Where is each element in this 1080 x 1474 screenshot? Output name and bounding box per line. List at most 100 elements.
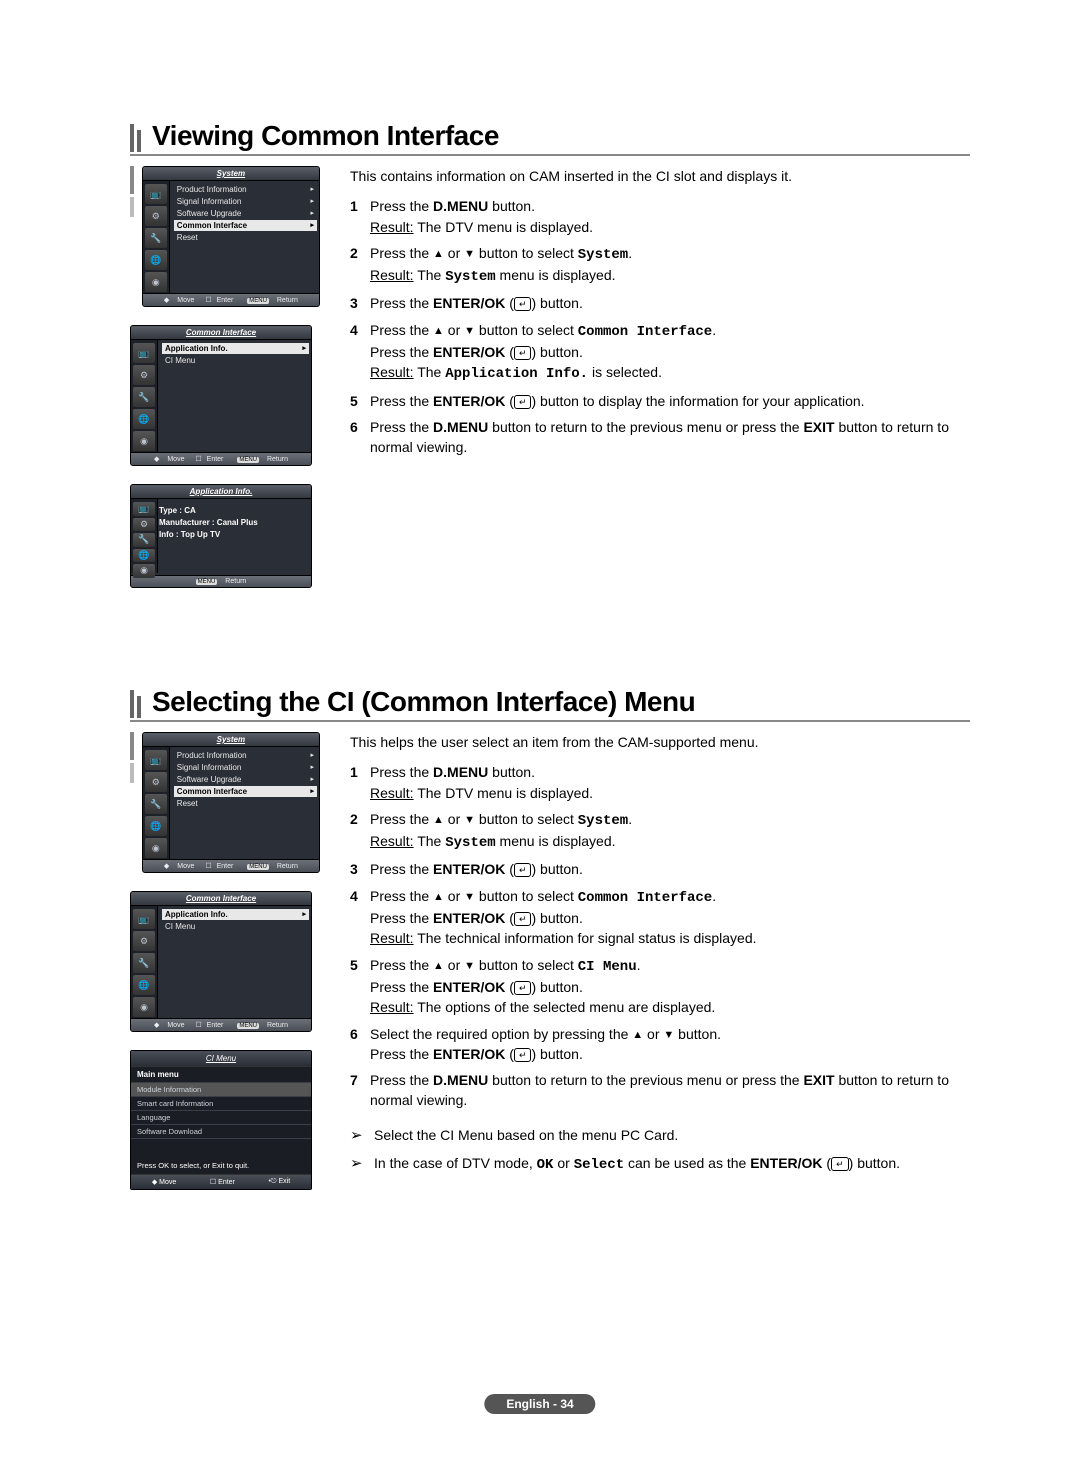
osd-title: Common Interface [131, 892, 311, 906]
osd-title: Application Info. [131, 485, 311, 499]
note-arrow-icon: ➢ [350, 1125, 374, 1147]
step-text: Press the ▲ or ▼ button to select Common… [370, 886, 970, 949]
section-header: Selecting the CI (Common Interface) Menu [130, 686, 970, 722]
step-text: Press the ENTER/OK (↵) button. [370, 293, 970, 313]
section-intro: This helps the user select an item from … [350, 732, 970, 752]
down-triangle-icon: ▼ [464, 892, 475, 903]
osd-title: System [143, 167, 319, 181]
osd-common-interface-menu: Common Interface 📺 ⚙ 🔧 🌐 ◉ Application I… [130, 325, 312, 466]
step-text: Press the ▲ or ▼ button to select System… [370, 243, 970, 288]
ci-menu-subtitle: Main menu [131, 1067, 311, 1082]
page-footer-badge: English - 34 [484, 1394, 595, 1414]
enter-icon: ↵ [514, 395, 532, 409]
gear-icon: ⚙ [145, 772, 167, 792]
section-intro: This contains information on CAM inserte… [350, 166, 970, 186]
info-info: Info : Top Up TV [159, 529, 305, 541]
step-text: Press the ENTER/OK (↵) button to display… [370, 391, 970, 411]
menu-item-selected: Application Info.▸ [162, 909, 309, 920]
globe-icon: 🌐 [145, 816, 167, 836]
menu-item-selected: Common Interface▸ [174, 220, 317, 231]
gear-icon: ⚙ [133, 931, 155, 951]
osd-title: CI Menu [131, 1051, 311, 1067]
tool-icon: 🔧 [133, 387, 155, 407]
ci-menu-note: Press OK to select, or Exit to quit. [131, 1151, 311, 1174]
enter-icon: ↵ [831, 1157, 849, 1171]
enter-icon: ↵ [514, 981, 532, 995]
osd-title: System [143, 733, 319, 747]
globe-icon: 🌐 [133, 409, 155, 429]
up-triangle-icon: ▲ [632, 1030, 643, 1041]
tv-icon: 📺 [145, 184, 167, 204]
system-icon: ◉ [145, 838, 167, 858]
ci-menu-item: Smart card Information [131, 1096, 311, 1110]
system-icon: ◉ [133, 431, 155, 451]
up-triangle-icon: ▲ [433, 892, 444, 903]
tv-icon: 📺 [133, 502, 155, 516]
enter-icon: ↵ [514, 912, 532, 926]
menu-item: Product Information▸ [174, 184, 317, 195]
step-text: Select the required option by pressing t… [370, 1024, 970, 1065]
osd-hints: ◆ Move ☐ Enter MENU Return [143, 859, 319, 872]
info-manufacturer: Manufacturer : Canal Plus [159, 517, 305, 529]
section-heading: Selecting the CI (Common Interface) Menu [152, 686, 695, 718]
system-icon: ◉ [133, 564, 155, 578]
menu-item-selected: Application Info.▸ [162, 343, 309, 354]
ci-menu-item: Language [131, 1110, 311, 1124]
down-triangle-icon: ▼ [464, 326, 475, 337]
section-viewing-common-interface: Viewing Common Interface System 📺 ⚙ 🔧 🌐 … [130, 120, 970, 606]
osd-ci-menu: CI Menu Main menu Module Information Sma… [130, 1050, 312, 1190]
osd-hints: ◆ Move ☐ Enter MENU Return [131, 1018, 311, 1031]
ci-menu-blank [131, 1138, 311, 1151]
osd-icon-strip: 📺 ⚙ 🔧 🌐 ◉ [143, 747, 170, 859]
instructions-column: This contains information on CAM inserte… [350, 166, 970, 464]
up-triangle-icon: ▲ [433, 815, 444, 826]
osd-icon-strip: 📺 ⚙ 🔧 🌐 ◉ [131, 340, 158, 452]
section-header: Viewing Common Interface [130, 120, 970, 156]
step-text: Press the ▲ or ▼ button to select CI Men… [370, 955, 970, 1018]
osd-title: Common Interface [131, 326, 311, 340]
osd-icon-strip: 📺 ⚙ 🔧 🌐 ◉ [131, 906, 158, 1018]
section-selecting-ci-menu: Selecting the CI (Common Interface) Menu… [130, 686, 970, 1208]
step-text: Press the D.MENU button. Result: The DTV… [370, 196, 970, 237]
osd-icon-strip: 📺 ⚙ 🔧 🌐 ◉ [143, 181, 170, 293]
up-triangle-icon: ▲ [433, 326, 444, 337]
globe-icon: 🌐 [133, 549, 155, 563]
enter-icon: ↵ [514, 297, 532, 311]
gear-icon: ⚙ [133, 365, 155, 385]
enter-icon: ↵ [514, 863, 532, 877]
notes-list: ➢ Select the CI Menu based on the menu P… [350, 1125, 970, 1175]
osd-hints: MENU Return [131, 575, 311, 587]
menu-item: Software Upgrade▸ [174, 208, 317, 219]
enter-icon: ↵ [514, 346, 532, 360]
osd-common-interface-menu: Common Interface 📺 ⚙ 🔧 🌐 ◉ Application I… [130, 891, 312, 1032]
screenshots-column: System 📺 ⚙ 🔧 🌐 ◉ Product Information▸ Si… [130, 732, 320, 1208]
ci-menu-item: Module Information [131, 1082, 311, 1096]
menu-item: Software Upgrade▸ [174, 774, 317, 785]
enter-icon: ↵ [514, 1048, 532, 1062]
osd-menu-list: Product Information▸ Signal Information▸… [170, 181, 319, 293]
osd-menu-list: Application Info.▸ CI Menu [158, 340, 311, 452]
menu-item: CI Menu [162, 355, 309, 366]
down-triangle-icon: ▼ [464, 815, 475, 826]
note: ➢ Select the CI Menu based on the menu P… [350, 1125, 970, 1147]
step-text: Press the ▲ or ▼ button to select Common… [370, 320, 970, 385]
step-text: Press the ▲ or ▼ button to select System… [370, 809, 970, 854]
osd-menu-list: Application Info.▸ CI Menu [158, 906, 311, 1018]
menu-item: Product Information▸ [174, 750, 317, 761]
system-icon: ◉ [133, 997, 155, 1017]
screenshots-column: System 📺 ⚙ 🔧 🌐 ◉ Product Information▸ Si… [130, 166, 320, 606]
menu-item: Reset [174, 232, 317, 243]
down-triangle-icon: ▼ [663, 1030, 674, 1041]
header-accent-bars [130, 688, 144, 718]
menu-item: Reset [174, 798, 317, 809]
osd-system-menu: System 📺 ⚙ 🔧 🌐 ◉ Product Information▸ Si… [142, 732, 320, 873]
down-triangle-icon: ▼ [464, 961, 475, 972]
step-text: Press the ENTER/OK (↵) button. [370, 859, 970, 879]
instructions-column: This helps the user select an item from … [350, 732, 970, 1181]
steps-list: 1 Press the D.MENU button. Result: The D… [350, 762, 970, 1110]
up-triangle-icon: ▲ [433, 249, 444, 260]
tv-icon: 📺 [133, 909, 155, 929]
system-icon: ◉ [145, 272, 167, 292]
page: Viewing Common Interface System 📺 ⚙ 🔧 🌐 … [0, 0, 1080, 1474]
menu-item: Signal Information▸ [174, 196, 317, 207]
